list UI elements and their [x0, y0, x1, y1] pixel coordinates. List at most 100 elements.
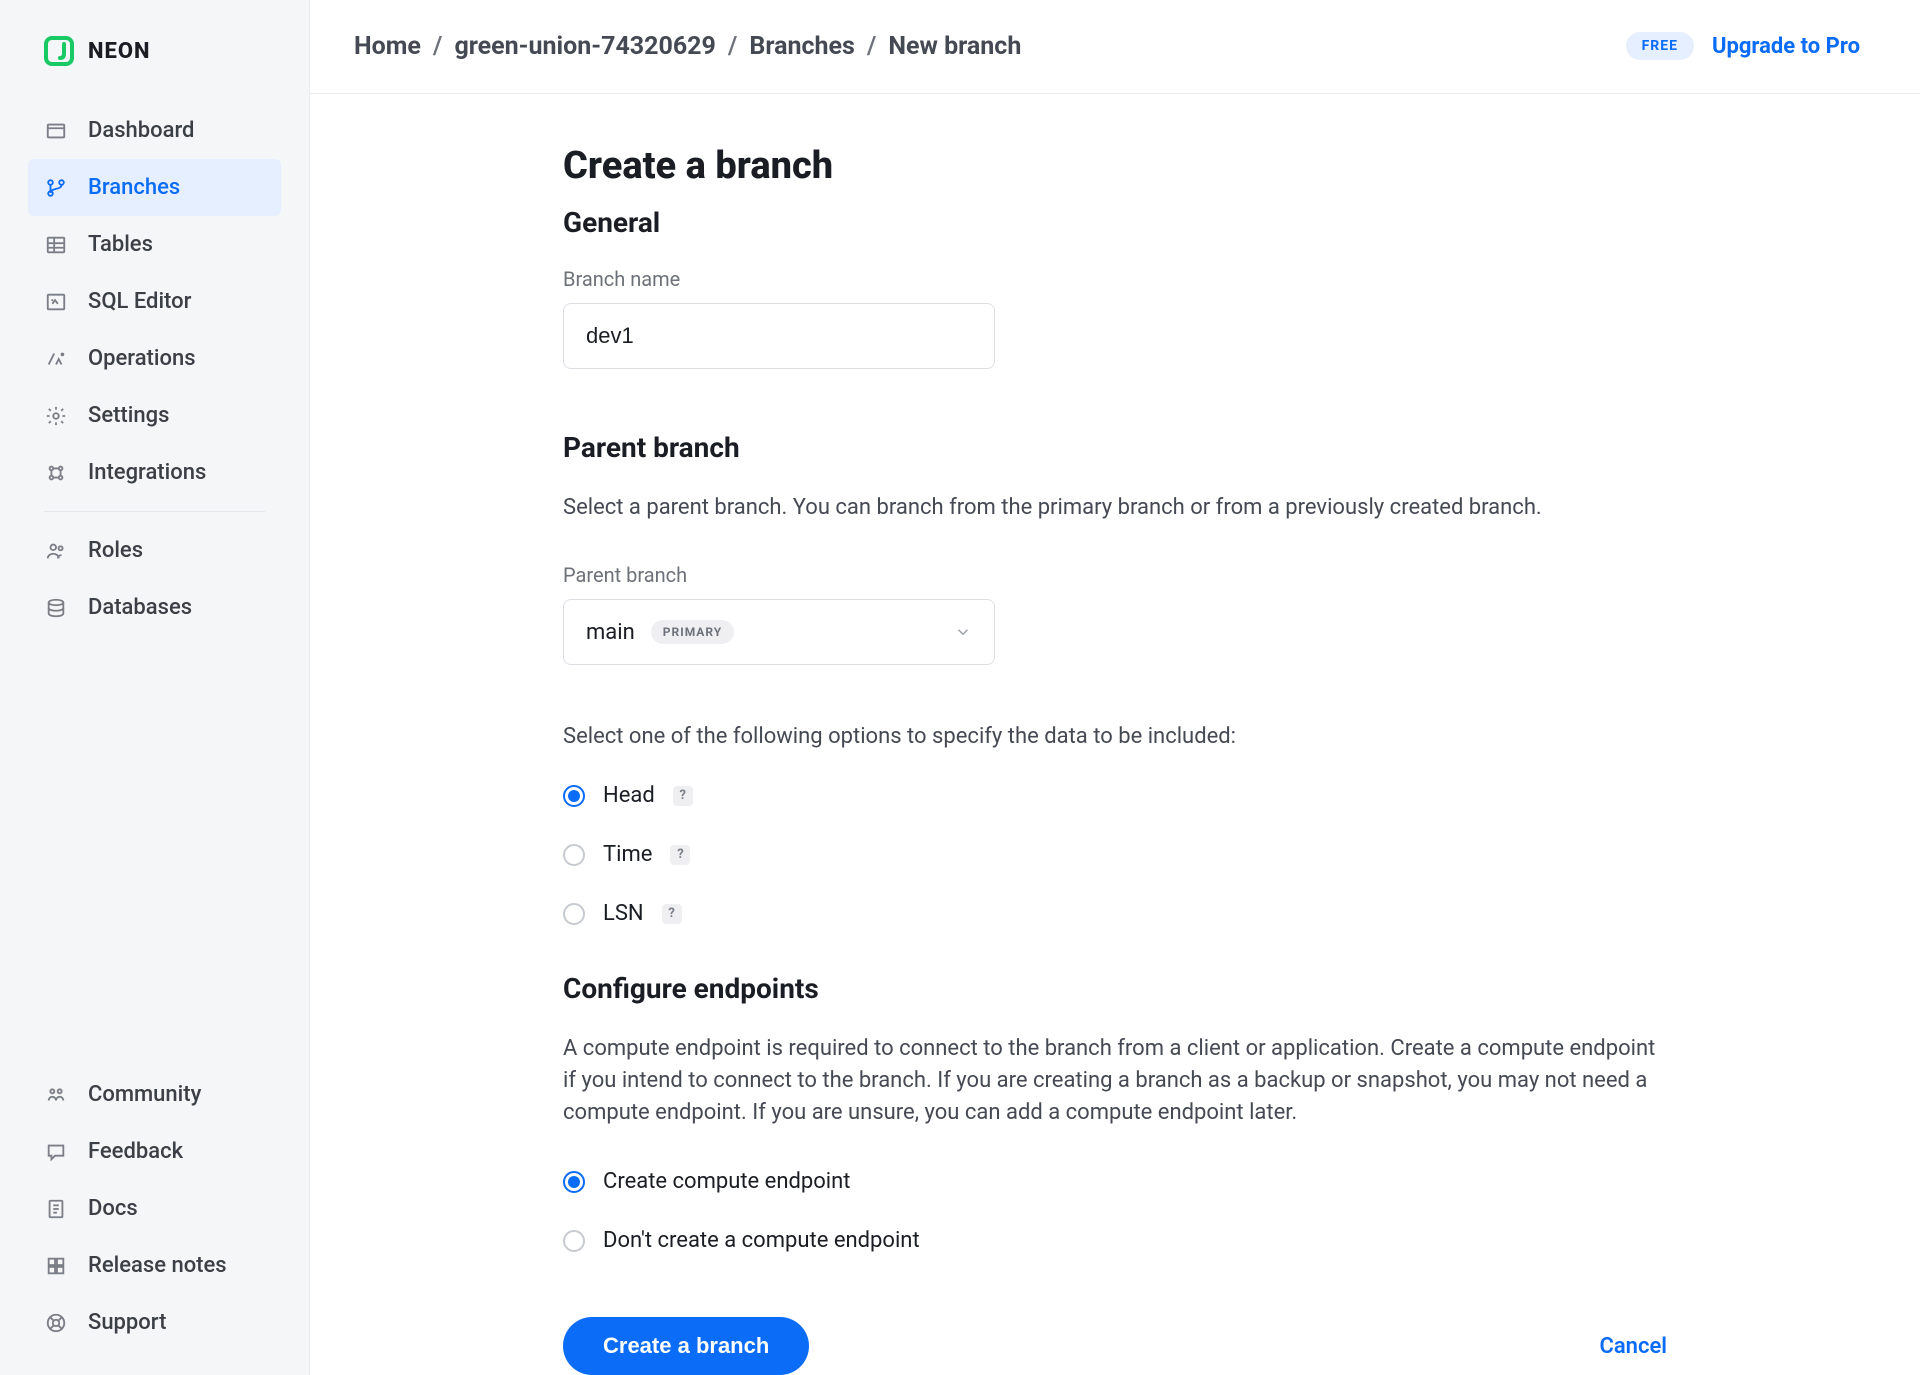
section-general-title: General: [563, 206, 1667, 239]
help-icon[interactable]: ?: [662, 904, 682, 924]
gear-icon: [44, 404, 68, 428]
neon-logo-icon: [44, 36, 74, 66]
breadcrumb: Home / green-union-74320629 / Branches /…: [354, 32, 1021, 61]
endpoint-option-list: Create compute endpoint Don't create a c…: [563, 1169, 1667, 1253]
feedback-icon: [44, 1140, 68, 1164]
sql-icon: [44, 290, 68, 314]
endpoint-option-skip[interactable]: Don't create a compute endpoint: [563, 1228, 1667, 1253]
endpoint-option-create[interactable]: Create compute endpoint: [563, 1169, 1667, 1194]
breadcrumb-section[interactable]: Branches: [749, 32, 854, 61]
secondary-nav: Community Feedback Docs Release notes: [0, 1066, 309, 1351]
breadcrumb-current: New branch: [888, 32, 1021, 61]
upgrade-link[interactable]: Upgrade to Pro: [1712, 34, 1860, 59]
sidebar-item-tables[interactable]: Tables: [28, 216, 281, 273]
logo[interactable]: NEON: [0, 36, 309, 102]
sidebar-item-release-notes[interactable]: Release notes: [28, 1237, 281, 1294]
help-icon[interactable]: ?: [673, 786, 693, 806]
section-endpoints-title: Configure endpoints: [563, 972, 1667, 1005]
database-icon: [44, 596, 68, 620]
sidebar-item-label: Docs: [88, 1196, 138, 1221]
data-prompt: Select one of the following options to s…: [563, 721, 1667, 753]
radio-icon: [563, 903, 585, 925]
parent-branch-select[interactable]: main PRIMARY: [563, 599, 995, 665]
chevron-down-icon: [954, 623, 972, 641]
primary-nav: Dashboard Branches Tables SQL Editor: [0, 102, 309, 636]
sidebar-item-label: Roles: [88, 538, 143, 563]
radio-label: Create compute endpoint: [603, 1169, 851, 1194]
create-branch-button[interactable]: Create a branch: [563, 1317, 809, 1375]
radio-label: Time: [603, 842, 652, 867]
page-title: Create a branch: [563, 144, 1667, 188]
docs-icon: [44, 1197, 68, 1221]
sidebar-item-sql-editor[interactable]: SQL Editor: [28, 273, 281, 330]
support-icon: [44, 1311, 68, 1335]
sidebar-item-integrations[interactable]: Integrations: [28, 444, 281, 501]
sidebar-item-dashboard[interactable]: Dashboard: [28, 102, 281, 159]
integrations-icon: [44, 461, 68, 485]
sidebar-item-feedback[interactable]: Feedback: [28, 1123, 281, 1180]
sidebar-item-label: SQL Editor: [88, 289, 191, 314]
radio-label: LSN: [603, 901, 644, 926]
branches-icon: [44, 176, 68, 200]
content: Create a branch General Branch name Pare…: [310, 94, 1920, 1375]
release-notes-icon: [44, 1254, 68, 1278]
topbar: Home / green-union-74320629 / Branches /…: [310, 0, 1920, 94]
help-icon[interactable]: ?: [670, 845, 690, 865]
sidebar-item-roles[interactable]: Roles: [28, 522, 281, 579]
breadcrumb-sep: /: [728, 32, 738, 61]
breadcrumb-home[interactable]: Home: [354, 32, 421, 61]
sidebar-item-support[interactable]: Support: [28, 1294, 281, 1351]
radio-label: Head: [603, 783, 655, 808]
sidebar-item-label: Branches: [88, 175, 180, 200]
sidebar-item-community[interactable]: Community: [28, 1066, 281, 1123]
sidebar-item-label: Support: [88, 1310, 166, 1335]
sidebar-item-label: Operations: [88, 346, 196, 371]
parent-desc: Select a parent branch. You can branch f…: [563, 492, 1667, 524]
radio-icon: [563, 844, 585, 866]
brand-name: NEON: [88, 39, 151, 64]
form-actions: Create a branch Cancel: [563, 1317, 1667, 1375]
sidebar-item-label: Tables: [88, 232, 153, 257]
branch-name-label: Branch name: [563, 267, 1667, 291]
branch-name-input[interactable]: [563, 303, 995, 369]
sidebar-item-settings[interactable]: Settings: [28, 387, 281, 444]
sidebar-item-operations[interactable]: Operations: [28, 330, 281, 387]
nav-divider: [44, 511, 265, 512]
radio-icon: [563, 1171, 585, 1193]
community-icon: [44, 1083, 68, 1107]
data-option-time[interactable]: Time ?: [563, 842, 1667, 867]
sidebar-item-label: Dashboard: [88, 118, 194, 143]
radio-label: Don't create a compute endpoint: [603, 1228, 920, 1253]
radio-icon: [563, 1230, 585, 1252]
sidebar-item-docs[interactable]: Docs: [28, 1180, 281, 1237]
data-option-lsn[interactable]: LSN ?: [563, 901, 1667, 926]
operations-icon: [44, 347, 68, 371]
data-option-list: Head ? Time ? LSN ?: [563, 783, 1667, 926]
sidebar-item-label: Settings: [88, 403, 169, 428]
cancel-button[interactable]: Cancel: [1599, 1334, 1667, 1359]
sidebar-item-label: Feedback: [88, 1139, 183, 1164]
sidebar-item-branches[interactable]: Branches: [28, 159, 281, 216]
breadcrumb-project[interactable]: green-union-74320629: [454, 32, 715, 61]
roles-icon: [44, 539, 68, 563]
tier-badge: FREE: [1626, 32, 1694, 60]
main: Home / green-union-74320629 / Branches /…: [310, 0, 1920, 1375]
parent-select-value: main: [586, 620, 635, 645]
sidebar-item-label: Integrations: [88, 460, 206, 485]
endpoints-desc: A compute endpoint is required to connec…: [563, 1033, 1667, 1129]
section-parent-title: Parent branch: [563, 431, 1667, 464]
data-option-head[interactable]: Head ?: [563, 783, 1667, 808]
tier-area: FREE Upgrade to Pro: [1626, 32, 1860, 60]
radio-icon: [563, 785, 585, 807]
sidebar-item-label: Community: [88, 1082, 201, 1107]
sidebar-item-databases[interactable]: Databases: [28, 579, 281, 636]
tables-icon: [44, 233, 68, 257]
primary-pill: PRIMARY: [651, 620, 734, 644]
create-branch-form: Create a branch General Branch name Pare…: [563, 144, 1667, 1375]
breadcrumb-sep: /: [433, 32, 443, 61]
breadcrumb-sep: /: [867, 32, 877, 61]
sidebar-item-label: Databases: [88, 595, 192, 620]
sidebar-item-label: Release notes: [88, 1253, 227, 1278]
parent-select-label: Parent branch: [563, 563, 1667, 587]
sidebar: NEON Dashboard Branches Tables: [0, 0, 310, 1375]
